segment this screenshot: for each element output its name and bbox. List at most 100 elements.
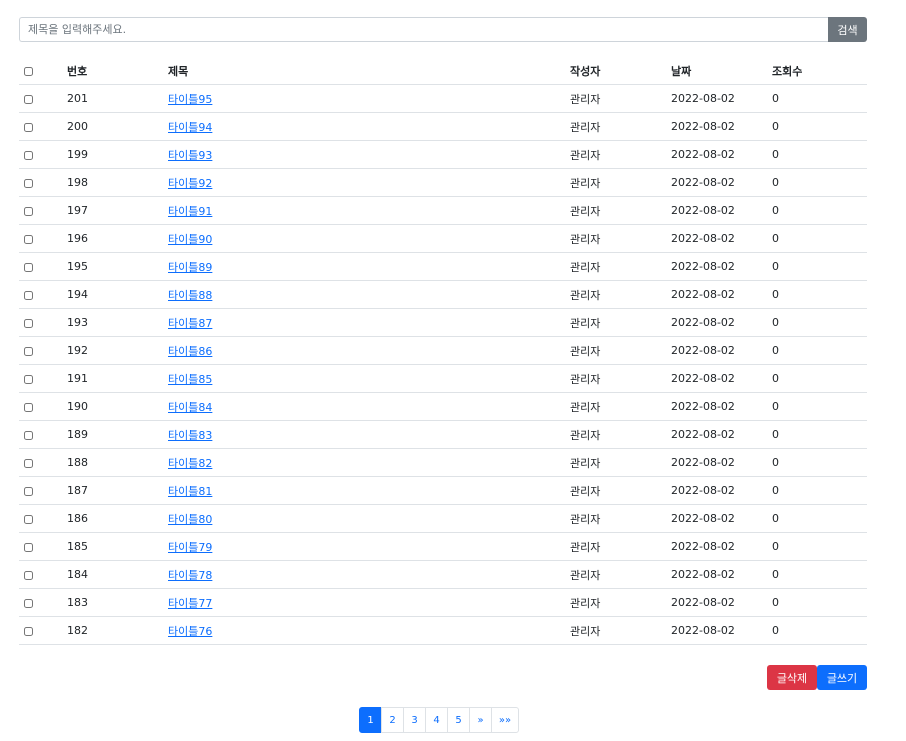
table-row: 185 타이틀79 관리자 2022-08-02 0 [19, 532, 867, 561]
row-checkbox[interactable] [24, 122, 33, 132]
row-title-cell: 타이틀92 [168, 168, 570, 197]
row-number: 189 [67, 420, 168, 449]
page-1-link[interactable]: 1 [359, 707, 382, 733]
row-number: 192 [67, 336, 168, 365]
search-button[interactable]: 검색 [828, 17, 867, 42]
row-checkbox[interactable] [24, 206, 33, 216]
row-author: 관리자 [570, 420, 671, 449]
row-title-cell: 타이틀91 [168, 196, 570, 225]
row-views: 0 [772, 532, 867, 561]
row-checkbox[interactable] [24, 346, 33, 356]
row-checkbox[interactable] [24, 234, 33, 244]
row-title-cell: 타이틀80 [168, 504, 570, 533]
page-4-link[interactable]: 4 [425, 707, 448, 733]
post-title-link[interactable]: 타이틀89 [168, 261, 212, 274]
row-checkbox[interactable] [24, 430, 33, 440]
post-title-link[interactable]: 타이틀88 [168, 289, 212, 302]
row-views: 0 [772, 168, 867, 197]
next-page-link[interactable]: » [469, 707, 492, 733]
row-checkbox[interactable] [24, 626, 33, 636]
post-title-link[interactable]: 타이틀86 [168, 345, 212, 358]
post-title-link[interactable]: 타이틀79 [168, 541, 212, 554]
row-views: 0 [772, 224, 867, 253]
search-bar: 검색 [19, 17, 867, 42]
post-title-link[interactable]: 타이틀84 [168, 401, 212, 414]
table-body: 201 타이틀95 관리자 2022-08-02 0 200 타이틀94 관리자 2022-08… [19, 84, 867, 645]
table-row: 201 타이틀95 관리자 2022-08-02 0 [19, 84, 867, 113]
row-author: 관리자 [570, 560, 671, 589]
post-title-link[interactable]: 타이틀82 [168, 457, 212, 470]
action-buttons: 글삭제 글쓰기 [767, 665, 867, 690]
row-checkbox[interactable] [24, 458, 33, 468]
post-title-link[interactable]: 타이틀78 [168, 569, 212, 582]
row-checkbox[interactable] [24, 486, 33, 496]
post-title-link[interactable]: 타이틀92 [168, 177, 212, 190]
row-number: 182 [67, 616, 168, 645]
table-row: 192 타이틀86 관리자 2022-08-02 0 [19, 336, 867, 365]
row-date: 2022-08-02 [671, 364, 772, 393]
row-date: 2022-08-02 [671, 252, 772, 281]
header-number: 번호 [67, 57, 168, 85]
post-title-link[interactable]: 타이틀87 [168, 317, 212, 330]
post-title-link[interactable]: 타이틀95 [168, 93, 212, 106]
row-checkbox[interactable] [24, 514, 33, 524]
row-checkbox[interactable] [24, 94, 33, 104]
post-title-link[interactable]: 타이틀93 [168, 149, 212, 162]
table-row: 186 타이틀80 관리자 2022-08-02 0 [19, 504, 867, 533]
row-title-cell: 타이틀76 [168, 616, 570, 645]
row-checkbox[interactable] [24, 262, 33, 272]
post-title-link[interactable]: 타이틀91 [168, 205, 212, 218]
row-author: 관리자 [570, 616, 671, 645]
row-views: 0 [772, 448, 867, 477]
post-title-link[interactable]: 타이틀77 [168, 597, 212, 610]
row-select-cell [19, 420, 67, 449]
row-title-cell: 타이틀88 [168, 280, 570, 309]
post-title-link[interactable]: 타이틀94 [168, 121, 212, 134]
row-checkbox[interactable] [24, 178, 33, 188]
row-views: 0 [772, 392, 867, 421]
row-checkbox[interactable] [24, 598, 33, 608]
delete-post-button[interactable]: 글삭제 [767, 665, 817, 690]
row-checkbox[interactable] [24, 570, 33, 580]
row-title-cell: 타이틀78 [168, 560, 570, 589]
row-title-cell: 타이틀83 [168, 420, 570, 449]
row-number: 185 [67, 532, 168, 561]
select-all-checkbox[interactable] [24, 66, 33, 76]
table-row: 187 타이틀81 관리자 2022-08-02 0 [19, 476, 867, 505]
last-page-link[interactable]: »» [491, 707, 519, 733]
row-date: 2022-08-02 [671, 588, 772, 617]
row-select-cell [19, 392, 67, 421]
row-title-cell: 타이틀90 [168, 224, 570, 253]
page-3-link[interactable]: 3 [403, 707, 426, 733]
post-title-link[interactable]: 타이틀81 [168, 485, 212, 498]
post-title-link[interactable]: 타이틀83 [168, 429, 212, 442]
row-checkbox[interactable] [24, 402, 33, 412]
row-date: 2022-08-02 [671, 532, 772, 561]
row-views: 0 [772, 308, 867, 337]
post-title-link[interactable]: 타이틀80 [168, 513, 212, 526]
post-title-link[interactable]: 타이틀90 [168, 233, 212, 246]
row-author: 관리자 [570, 308, 671, 337]
row-checkbox[interactable] [24, 150, 33, 160]
row-date: 2022-08-02 [671, 448, 772, 477]
row-views: 0 [772, 112, 867, 141]
row-checkbox[interactable] [24, 542, 33, 552]
table-row: 199 타이틀93 관리자 2022-08-02 0 [19, 140, 867, 169]
row-checkbox[interactable] [24, 374, 33, 384]
row-author: 관리자 [570, 476, 671, 505]
table-row: 200 타이틀94 관리자 2022-08-02 0 [19, 112, 867, 141]
row-checkbox[interactable] [24, 290, 33, 300]
page-5-link[interactable]: 5 [447, 707, 470, 733]
search-input[interactable] [19, 17, 828, 42]
row-number: 187 [67, 476, 168, 505]
write-post-button[interactable]: 글쓰기 [817, 665, 867, 690]
post-title-link[interactable]: 타이틀85 [168, 373, 212, 386]
post-title-link[interactable]: 타이틀76 [168, 625, 212, 638]
row-title-cell: 타이틀89 [168, 252, 570, 281]
row-title-cell: 타이틀86 [168, 336, 570, 365]
row-select-cell [19, 112, 67, 141]
page-2-link[interactable]: 2 [381, 707, 404, 733]
row-checkbox[interactable] [24, 318, 33, 328]
row-views: 0 [772, 196, 867, 225]
row-author: 관리자 [570, 84, 671, 113]
